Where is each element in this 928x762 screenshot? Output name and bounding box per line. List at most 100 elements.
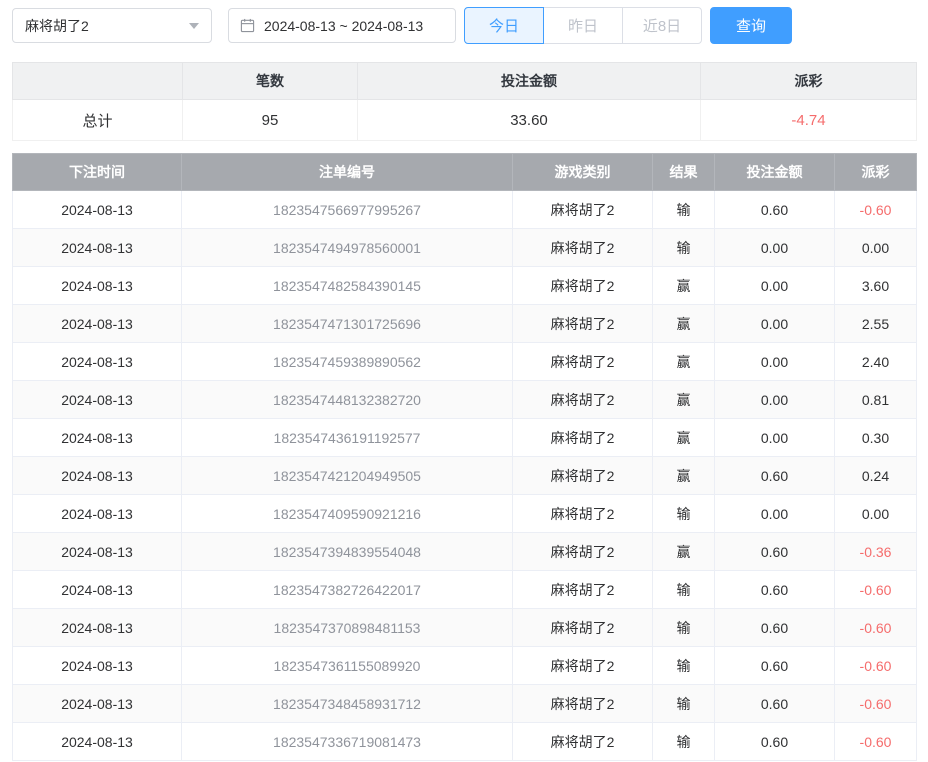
game-type-cell: 麻将胡了2 [513,191,653,229]
result-cell: 赢 [653,419,715,457]
game-type-cell: 麻将胡了2 [513,381,653,419]
bet-time-cell: 2024-08-13 [13,685,182,723]
payout-cell: 0.24 [835,457,917,495]
bet-amount-cell: 0.00 [715,419,835,457]
bet-amount-cell: 0.00 [715,343,835,381]
result-cell: 输 [653,229,715,267]
column-header-result: 结果 [653,154,715,191]
bet-amount-cell: 0.00 [715,267,835,305]
bet-id-cell: 1823547494978560001 [182,229,513,267]
bet-id-cell: 1823547471301725696 [182,305,513,343]
bet-time-cell: 2024-08-13 [13,533,182,571]
table-row: 2024-08-131823547394839554048麻将胡了2赢0.60-… [13,533,917,571]
game-type-cell: 麻将胡了2 [513,495,653,533]
payout-cell: 0.00 [835,495,917,533]
bet-time-cell: 2024-08-13 [13,457,182,495]
payout-cell: -0.60 [835,571,917,609]
payout-cell: 2.55 [835,305,917,343]
last-8-days-quick-button[interactable]: 近8日 [622,7,702,44]
bet-time-cell: 2024-08-13 [13,723,182,761]
bet-id-cell: 1823547348458931712 [182,685,513,723]
summary-count-value: 95 [183,100,358,141]
table-row: 2024-08-131823547448132382720麻将胡了2赢0.000… [13,381,917,419]
payout-cell: -0.60 [835,609,917,647]
bet-time-cell: 2024-08-13 [13,609,182,647]
bet-amount-cell: 0.00 [715,305,835,343]
table-row: 2024-08-131823547566977995267麻将胡了2输0.60-… [13,191,917,229]
summary-bet-amount-value: 33.60 [358,100,701,141]
toolbar: 麻将胡了2 2024-08-13 ~ 2024-08-13 今日 昨日 近8日 … [12,7,916,44]
summary-header-payout: 派彩 [701,63,917,100]
payout-cell: 0.00 [835,229,917,267]
bet-amount-cell: 0.60 [715,723,835,761]
game-select[interactable]: 麻将胡了2 [12,8,212,43]
date-range-picker[interactable]: 2024-08-13 ~ 2024-08-13 [228,8,456,43]
bet-amount-cell: 0.00 [715,381,835,419]
records-body: 2024-08-131823547566977995267麻将胡了2输0.60-… [13,191,917,761]
result-cell: 赢 [653,381,715,419]
column-header-bet-amount: 投注金额 [715,154,835,191]
yesterday-quick-button[interactable]: 昨日 [543,7,623,44]
bet-id-cell: 1823547421204949505 [182,457,513,495]
bet-amount-cell: 0.60 [715,457,835,495]
result-cell: 输 [653,723,715,761]
chevron-down-icon [189,23,199,29]
payout-cell: 0.30 [835,419,917,457]
table-row: 2024-08-131823547436191192577麻将胡了2赢0.000… [13,419,917,457]
game-type-cell: 麻将胡了2 [513,343,653,381]
bet-id-cell: 1823547566977995267 [182,191,513,229]
bet-id-cell: 1823547394839554048 [182,533,513,571]
game-type-cell: 麻将胡了2 [513,533,653,571]
column-header-bet-time: 下注时间 [13,154,182,191]
bet-amount-cell: 0.60 [715,685,835,723]
game-type-cell: 麻将胡了2 [513,419,653,457]
payout-cell: -0.36 [835,533,917,571]
today-quick-button[interactable]: 今日 [464,7,544,44]
payout-cell: -0.60 [835,685,917,723]
table-row: 2024-08-131823547361155089920麻将胡了2输0.60-… [13,647,917,685]
bet-time-cell: 2024-08-13 [13,191,182,229]
result-cell: 输 [653,685,715,723]
table-row: 2024-08-131823547336719081473麻将胡了2输0.60-… [13,723,917,761]
bet-id-cell: 1823547436191192577 [182,419,513,457]
bet-amount-cell: 0.60 [715,647,835,685]
records-header-row: 下注时间 注单编号 游戏类别 结果 投注金额 派彩 [13,154,917,191]
result-cell: 赢 [653,457,715,495]
table-row: 2024-08-131823547421204949505麻将胡了2赢0.600… [13,457,917,495]
bet-time-cell: 2024-08-13 [13,267,182,305]
bet-time-cell: 2024-08-13 [13,571,182,609]
game-type-cell: 麻将胡了2 [513,723,653,761]
game-select-value: 麻将胡了2 [25,16,89,36]
bet-id-cell: 1823547459389890562 [182,343,513,381]
bet-id-cell: 1823547482584390145 [182,267,513,305]
bet-time-cell: 2024-08-13 [13,229,182,267]
table-row: 2024-08-131823547482584390145麻将胡了2赢0.003… [13,267,917,305]
result-cell: 输 [653,495,715,533]
summary-header-row: 笔数 投注金额 派彩 [13,63,917,100]
payout-cell: -0.60 [835,723,917,761]
bet-amount-cell: 0.60 [715,571,835,609]
game-type-cell: 麻将胡了2 [513,457,653,495]
table-row: 2024-08-131823547348458931712麻将胡了2输0.60-… [13,685,917,723]
game-type-cell: 麻将胡了2 [513,267,653,305]
quick-date-button-group: 今日 昨日 近8日 [464,7,702,44]
bet-id-cell: 1823547370898481153 [182,609,513,647]
column-header-game-type: 游戏类别 [513,154,653,191]
records-table: 下注时间 注单编号 游戏类别 结果 投注金额 派彩 2024-08-131823… [12,153,917,761]
game-type-cell: 麻将胡了2 [513,647,653,685]
result-cell: 赢 [653,343,715,381]
summary-payout-value: -4.74 [701,100,917,141]
table-row: 2024-08-131823547459389890562麻将胡了2赢0.002… [13,343,917,381]
result-cell: 输 [653,609,715,647]
bet-amount-cell: 0.00 [715,495,835,533]
column-header-payout: 派彩 [835,154,917,191]
table-row: 2024-08-131823547471301725696麻将胡了2赢0.002… [13,305,917,343]
payout-cell: 0.81 [835,381,917,419]
bet-id-cell: 1823547409590921216 [182,495,513,533]
column-header-bet-id: 注单编号 [182,154,513,191]
search-button[interactable]: 查询 [710,7,792,44]
bet-amount-cell: 0.00 [715,229,835,267]
summary-total-row: 总计 95 33.60 -4.74 [13,100,917,141]
bet-time-cell: 2024-08-13 [13,647,182,685]
result-cell: 输 [653,647,715,685]
